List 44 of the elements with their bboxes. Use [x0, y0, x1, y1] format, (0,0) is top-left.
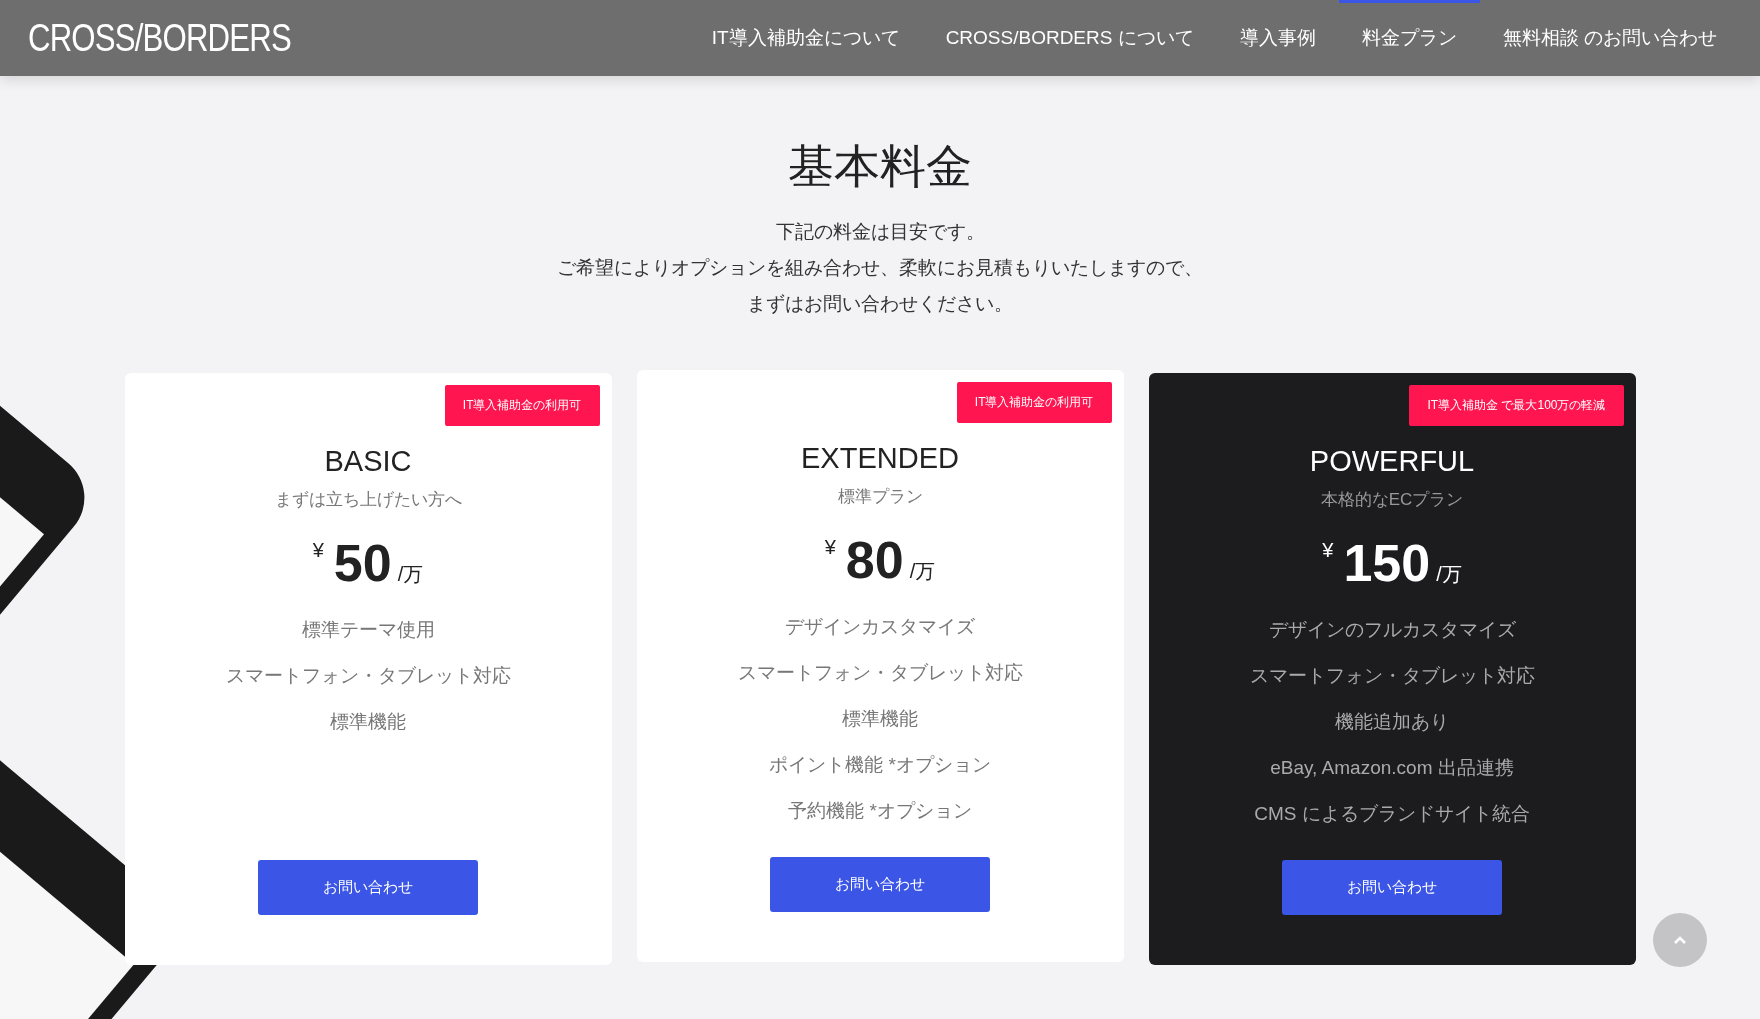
plan-feature: デザインカスタマイズ	[784, 615, 976, 639]
price-amount: 80	[845, 530, 904, 590]
plan-subtitle: 標準プラン	[837, 486, 923, 508]
chevron-up-icon	[1673, 935, 1687, 945]
nav-link[interactable]: 料金プラン	[1338, 0, 1480, 76]
plan-feature: スマートフォン・タブレット対応	[737, 661, 1023, 685]
contact-button[interactable]: お問い合わせ	[258, 860, 478, 915]
contact-button[interactable]: お問い合わせ	[770, 857, 990, 912]
price-unit: /万	[397, 562, 424, 587]
scroll-top-button[interactable]	[1653, 913, 1707, 967]
currency-sign: ¥	[312, 539, 324, 562]
nav-link[interactable]: 無料相談 のお問い合わせ	[1479, 0, 1740, 76]
currency-sign: ¥	[1322, 539, 1334, 562]
plan-feature: デザインのフルカスタマイズ	[1267, 618, 1517, 642]
plan-feature: 予約機能 *オプション	[787, 799, 973, 823]
plan-feature: スマートフォン・タブレット対応	[225, 664, 511, 688]
plan-feature: 機能追加あり	[1334, 710, 1450, 734]
subsidy-badge: IT導入補助金 で最大100万の軽減	[1409, 385, 1624, 426]
section-title: 基本料金	[788, 139, 972, 194]
currency-sign: ¥	[824, 536, 836, 559]
plan-feature: 標準テーマ使用	[300, 618, 436, 642]
subsidy-badge: IT導入補助金の利用可	[444, 385, 600, 426]
subsidy-badge: IT導入補助金の利用可	[956, 382, 1112, 423]
plan-feature: スマートフォン・タブレット対応	[1249, 664, 1535, 688]
plan-feature: CMS によるブランドサイト統合	[1253, 802, 1531, 826]
price-amount: 50	[333, 533, 392, 593]
plan-feature: 標準機能	[841, 707, 919, 731]
nav-link[interactable]: IT導入補助金について	[688, 0, 923, 76]
nav-link[interactable]: CROSS/BORDERS について	[922, 0, 1217, 76]
intro-text: 下記の料金は目安です。 ご希望によりオプションを組み合わせ、柔軟にお見積もりいたしますので、 まずはお問い合わせください。	[557, 220, 1203, 316]
contact-button[interactable]: お問い合わせ	[1282, 860, 1502, 915]
plan-feature: ポイント機能 *オプション	[768, 753, 992, 777]
plan-subtitle: まずは立ち上げたい方へ	[274, 489, 462, 511]
plan-name: EXTENDED	[801, 442, 959, 475]
plan-name: BASIC	[324, 445, 412, 478]
site-logo[interactable]: CROSS/BORDERS	[28, 16, 291, 60]
price-unit: /万	[909, 559, 936, 584]
plan-subtitle: 本格的なECプラン	[1320, 489, 1464, 511]
price-unit: /万	[1436, 562, 1462, 587]
plan-feature: eBay, Amazon.com 出品連携	[1269, 756, 1515, 780]
plan-name: POWERFUL	[1309, 445, 1475, 478]
nav-link[interactable]: 導入事例	[1216, 0, 1339, 76]
price-amount: 150	[1343, 533, 1431, 593]
plan-feature: 標準機能	[329, 710, 407, 734]
